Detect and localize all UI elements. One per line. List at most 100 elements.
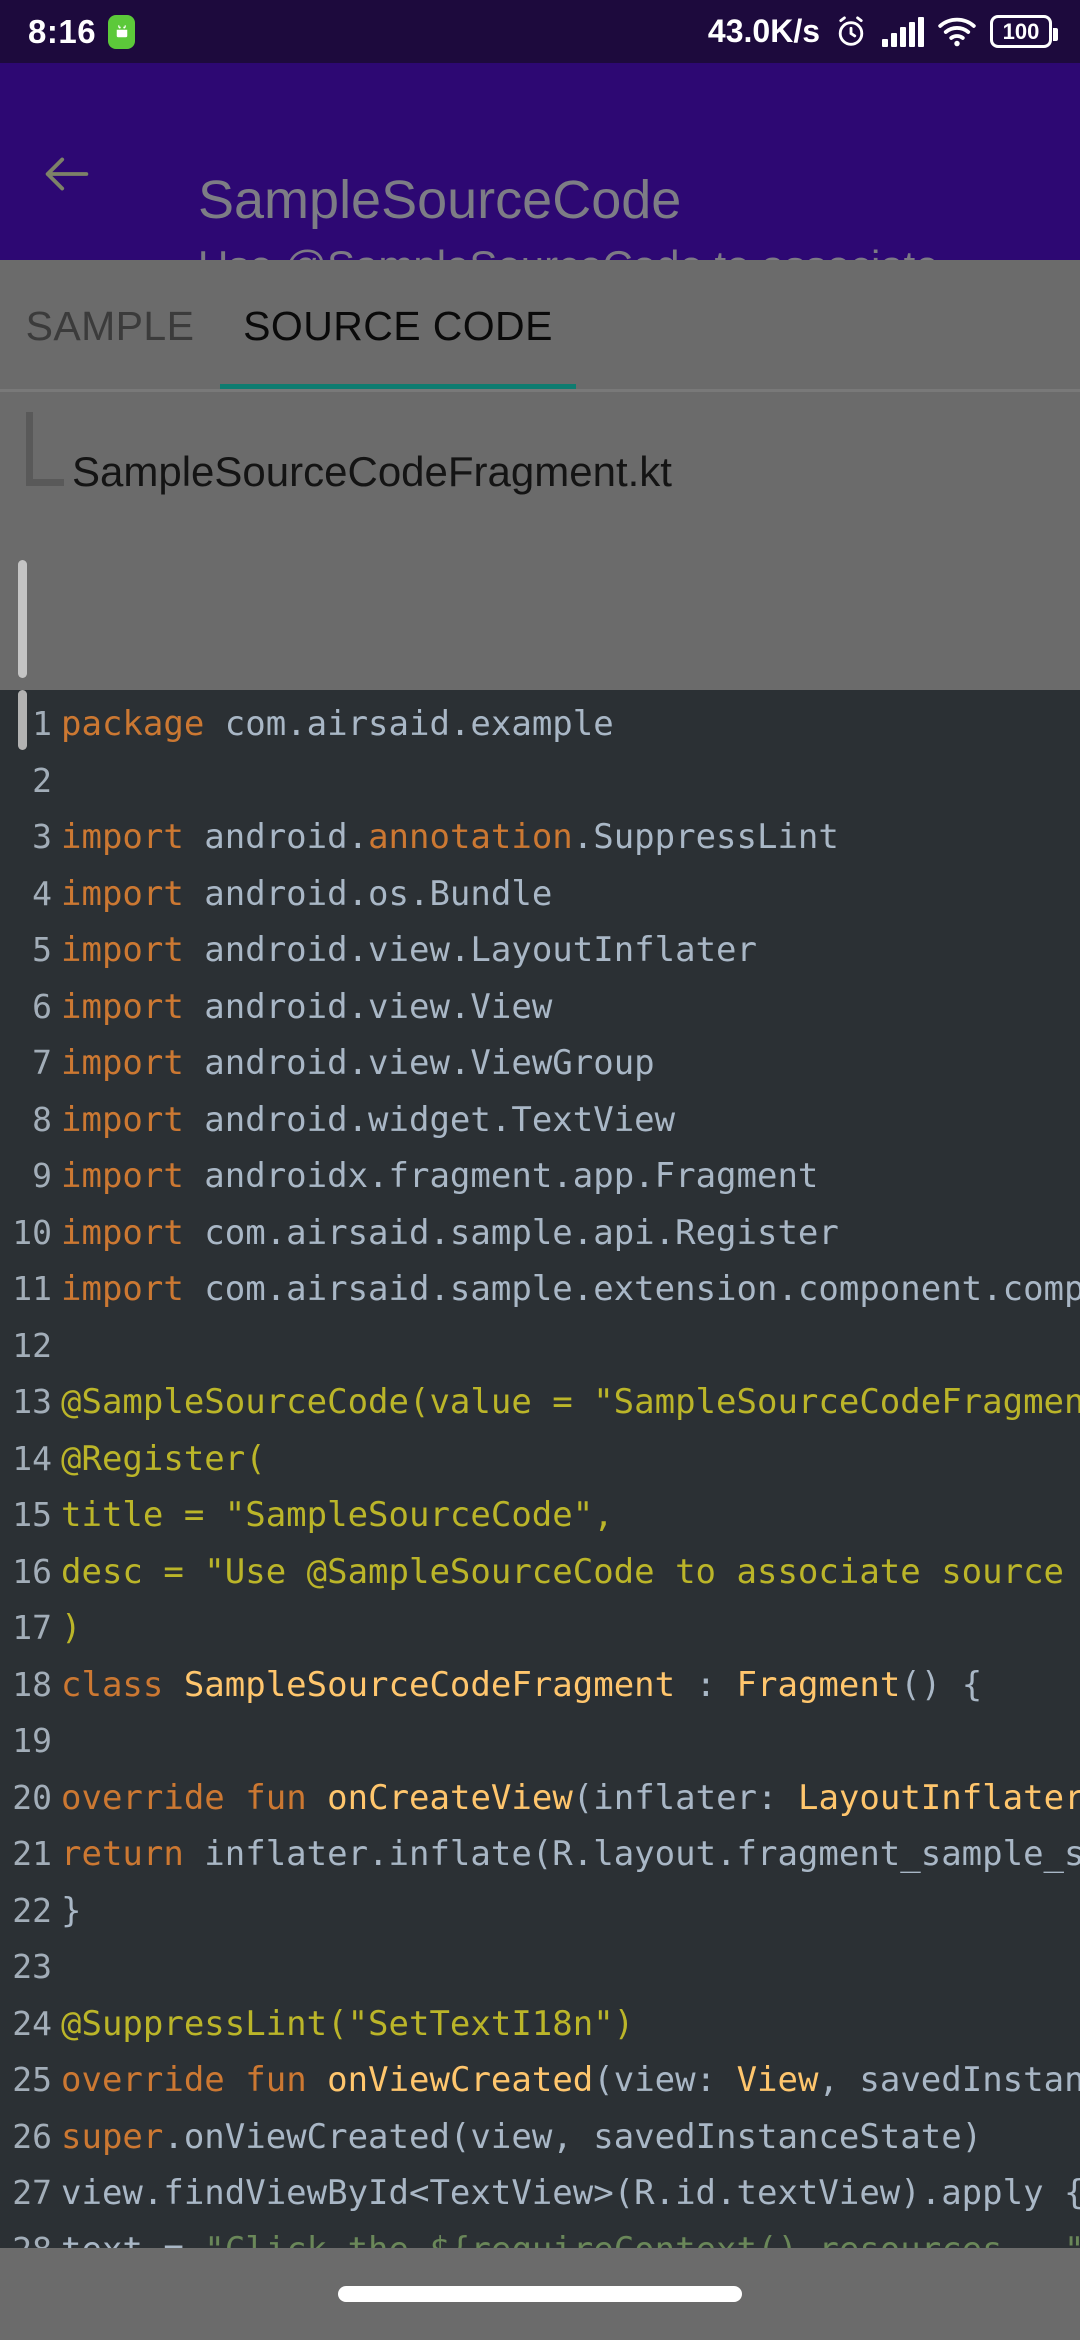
battery-icon: 100 (990, 15, 1058, 48)
code-token: title = "SampleSourceCode", (61, 1495, 614, 1535)
code-line: 22 } (0, 1883, 1080, 1940)
code-line-text: override fun onCreateView(inflater: Layo… (52, 1770, 1080, 1827)
code-line-text: import android.view.ViewGroup (52, 1035, 655, 1092)
code-token: @Register( (61, 1438, 266, 1479)
code-token: inflater.inflate(R.layout.fragment_sampl… (204, 1834, 1080, 1874)
phone-screen: 8:16 43.0K/s 100 SampleSourceCode SAMPLE… (0, 0, 1080, 2340)
line-number: 12 (12, 1325, 52, 1365)
file-tree-scrollbar[interactable] (18, 560, 27, 678)
code-line-text: package com.airsaid.example (52, 696, 614, 753)
code-line-text: import android.widget.TextView (52, 1092, 675, 1149)
code-token: onViewCreated (327, 2060, 594, 2100)
code-line-text: import android.view.View (52, 979, 552, 1036)
line-number: 2 (32, 760, 52, 800)
line-number: 25 (12, 2060, 52, 2099)
code-line: 27 view.findViewById<TextView>(R.id.text… (0, 2165, 1080, 2222)
code-token: import (61, 986, 184, 1027)
code-line: 23 (0, 1939, 1080, 1996)
code-token: (view: (593, 2060, 737, 2100)
code-line-text: import android.os.Bundle (52, 866, 552, 923)
home-gesture-pill[interactable] (338, 2286, 742, 2302)
code-line: 3 import android.annotation.SuppressLint (0, 809, 1080, 866)
code-token: android.os.Bundle (183, 873, 553, 914)
code-token: class (61, 1664, 164, 1705)
line-number: 4 (32, 873, 52, 913)
line-number: 22 (12, 1890, 52, 1930)
code-line-text: import com.airsaid.sample.extension.comp… (52, 1261, 1080, 1318)
code-token: import (61, 817, 184, 857)
code-line: 13 @SampleSourceCode(value = "SampleSourc… (0, 1374, 1080, 1431)
code-line-text: @SampleSourceCode(value = "SampleSourceC… (52, 1374, 1080, 1431)
code-line: 28 text = "Click the ${requireContext().… (0, 2222, 1080, 2251)
code-token: Fragment (736, 1664, 901, 1705)
file-name-label: SampleSourceCodeFragment.kt (72, 448, 672, 495)
code-line-text: return inflater.inflate(R.layout.fragmen… (52, 1826, 1080, 1883)
line-number: 3 (32, 817, 52, 856)
code-line: 12 (0, 1318, 1080, 1375)
code-token: import (61, 1099, 184, 1140)
code-token: com.airsaid.sample.extension.component.c… (204, 1269, 1080, 1309)
code-token: SampleSourceCodeFragment (163, 1664, 676, 1705)
code-line-text: class SampleSourceCodeFragment : Fragmen… (52, 1657, 982, 1714)
code-token: com.airsaid.sample.api.Register (183, 1212, 839, 1253)
line-number: 19 (12, 1721, 52, 1760)
code-token: @SampleSourceCode(value = "SampleSourceC… (61, 1382, 1080, 1422)
alarm-clock-icon (833, 14, 869, 50)
code-line: 15 title = "SampleSourceCode", (0, 1487, 1080, 1544)
code-token: (inflater: (572, 1777, 798, 1818)
code-token: super (61, 2116, 164, 2157)
code-line-text: override fun onViewCreated(view: View, s… (52, 2052, 1080, 2109)
code-line-text: import com.airsaid.sample.api.Register (52, 1205, 839, 1262)
line-number: 11 (12, 1269, 52, 1308)
code-line: 16 desc = "Use @SampleSourceCode to asso… (0, 1544, 1080, 1601)
code-line: 20 override fun onCreateView(inflater: L… (0, 1770, 1080, 1827)
code-token: @SuppressLint("SetTextI18n") (61, 2003, 635, 2044)
line-number: 27 (12, 2173, 52, 2212)
line-number: 8 (32, 1099, 52, 1139)
code-token: android.view.LayoutInflater (183, 930, 757, 970)
code-line-text: import androidx.fragment.app.Fragment (52, 1148, 818, 1205)
code-line-text: import android.annotation.SuppressLint (52, 809, 839, 866)
line-number: 26 (12, 2116, 52, 2156)
code-line-list: 1 package com.airsaid.example 2 3 import and… (0, 696, 1080, 2250)
status-bar-left: 8:16 (28, 12, 136, 51)
code-token: () { (900, 1664, 983, 1705)
code-token: text = (61, 2229, 205, 2251)
tab-sample[interactable]: SAMPLE (0, 260, 220, 392)
line-number: 18 (12, 1664, 52, 1704)
code-token: android.view.ViewGroup (183, 1043, 655, 1083)
code-line-text: text = "Click the ${requireContext().res… (52, 2222, 1080, 2251)
code-vertical-scrollbar[interactable] (18, 690, 27, 750)
code-line: 18 class SampleSourceCodeFragment : Fragm… (0, 1657, 1080, 1714)
code-token: package (61, 704, 205, 744)
code-token: .onViewCreated(view, savedInstanceState) (163, 2116, 983, 2157)
back-button[interactable] (38, 145, 96, 203)
code-line-text: @SuppressLint("SetTextI18n") (52, 1996, 634, 2053)
signal-bars-icon (882, 16, 924, 47)
line-number: 16 (12, 1551, 52, 1591)
code-line: 19 (0, 1713, 1080, 1770)
code-line: 26 super.onViewCreated(view, savedInstan… (0, 2109, 1080, 2166)
tab-source-code[interactable]: SOURCE CODE (220, 260, 576, 392)
code-token: View (736, 2060, 819, 2100)
code-line: 4 import android.os.Bundle (0, 866, 1080, 923)
status-clock: 8:16 (28, 12, 97, 50)
line-number: 7 (32, 1043, 52, 1082)
line-number: 20 (12, 1777, 52, 1817)
file-tree-row[interactable]: SampleSourceCodeFragment.kt (0, 412, 1080, 526)
line-number: 21 (12, 1834, 52, 1873)
code-token: : (675, 1664, 737, 1705)
source-code-viewer[interactable]: 1 package com.airsaid.example 2 3 import and… (0, 690, 1080, 2250)
code-token: import (61, 930, 184, 970)
code-token: fun (245, 1777, 307, 1818)
code-token: .SuppressLint (572, 817, 839, 857)
code-line-text: super.onViewCreated(view, savedInstanceS… (52, 2109, 982, 2166)
system-navigation-bar (0, 2248, 1080, 2340)
code-line: 11 import com.airsaid.sample.extension.co… (0, 1261, 1080, 1318)
code-line: 21 return inflater.inflate(R.layout.frag… (0, 1826, 1080, 1883)
code-token: import (61, 873, 184, 914)
wifi-icon (937, 16, 977, 48)
code-token: override (61, 1777, 225, 1818)
